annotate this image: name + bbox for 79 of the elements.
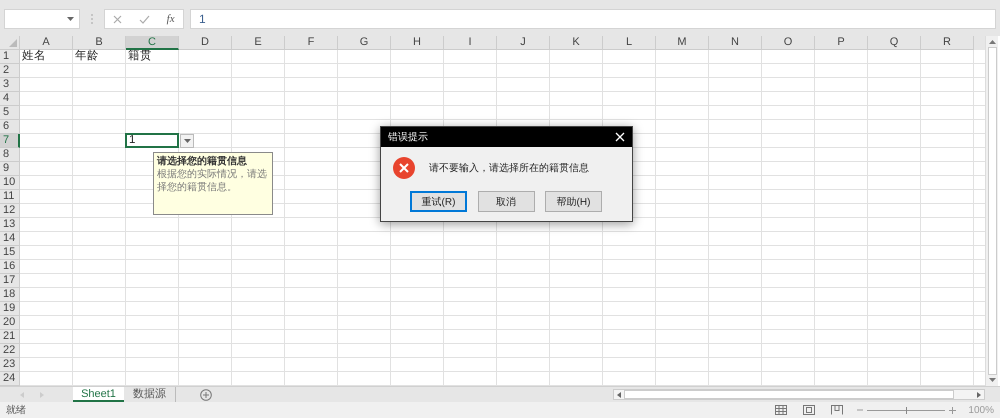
caret-icon (184, 139, 190, 143)
row-header[interactable]: 19 (0, 302, 20, 316)
column-header[interactable]: E (232, 36, 285, 50)
row-header[interactable]: 4 (0, 92, 20, 106)
column-header[interactable]: G (338, 36, 391, 50)
column-header[interactable]: L (603, 36, 656, 50)
close-icon[interactable] (615, 132, 625, 142)
name-box[interactable] (4, 9, 80, 29)
row-header[interactable]: 17 (0, 274, 20, 288)
column-header[interactable]: N (709, 36, 762, 50)
column-header[interactable]: Q (868, 36, 921, 50)
column-header[interactable]: B (73, 36, 126, 50)
row-header[interactable]: 10 (0, 176, 20, 190)
row-header[interactable]: 3 (0, 78, 20, 92)
scroll-down-icon[interactable] (988, 378, 996, 382)
zoom-in-icon[interactable] (949, 406, 956, 414)
formula-input[interactable]: 1 (190, 9, 996, 29)
row-header[interactable]: 14 (0, 232, 20, 246)
row-header[interactable]: 16 (0, 260, 20, 274)
row-header[interactable]: 22 (0, 344, 20, 358)
row-header[interactable]: 5 (0, 106, 20, 120)
table-cell[interactable]: 姓名 (20, 50, 73, 63)
tooltip-title: 请选择您的籍贯信息 (157, 155, 248, 168)
row-header[interactable]: 21 (0, 330, 20, 344)
scroll-left-icon[interactable] (617, 392, 621, 398)
table-cell[interactable]: 1 (125, 133, 179, 148)
row-header[interactable]: 1 (0, 50, 20, 64)
column-header[interactable]: H (391, 36, 444, 50)
sheet-tab[interactable]: Sheet1 (73, 387, 124, 402)
row-header[interactable]: 2 (0, 64, 20, 78)
cancel-icon[interactable] (113, 14, 122, 24)
column-header[interactable]: C (126, 36, 179, 50)
row-header[interactable]: 11 (0, 190, 20, 204)
row-header[interactable]: 9 (0, 162, 20, 176)
column-header[interactable]: R (921, 36, 974, 50)
row-header[interactable]: 15 (0, 246, 20, 260)
row-header[interactable]: 23 (0, 358, 20, 372)
dropdown-button[interactable] (180, 134, 194, 148)
insert-function-button[interactable]: fx (166, 13, 175, 25)
dialog-title: 错误提示 (388, 131, 428, 144)
check-icon[interactable] (139, 14, 150, 24)
dialog-button[interactable]: 取消 (478, 191, 534, 212)
column-header[interactable]: A (20, 36, 73, 50)
dialog-button[interactable]: 帮助(H) (545, 191, 602, 212)
column-header[interactable]: J (497, 36, 550, 50)
column-header[interactable]: F (285, 36, 338, 50)
vertical-scrollbar[interactable] (985, 36, 998, 386)
column-header[interactable]: M (656, 36, 709, 50)
table-cell[interactable]: 年龄 (73, 50, 126, 63)
dialog-message: 请不要输入，请选择所在的籍贯信息 (429, 162, 589, 175)
caret-icon (67, 17, 74, 21)
page-layout-icon[interactable] (803, 405, 816, 415)
select-all-icon[interactable] (9, 39, 17, 47)
status-text: 就绪 (6, 404, 26, 417)
scroll-right-icon[interactable] (977, 392, 981, 398)
column-header[interactable]: P (815, 36, 868, 50)
row-header[interactable]: 7 (0, 134, 20, 148)
dialog-button[interactable]: 重试(R) (410, 191, 467, 212)
table-cell[interactable]: 籍贯 (126, 50, 179, 63)
row-header[interactable]: 6 (0, 120, 20, 134)
add-sheet-icon[interactable] (200, 388, 212, 400)
tooltip-text: 根据您的实际情况，请选择您的籍贯信息。 (157, 168, 268, 194)
scrollbar-thumb[interactable] (624, 390, 954, 399)
column-header[interactable]: I (444, 36, 497, 50)
scroll-up-icon[interactable] (988, 40, 996, 44)
column-header[interactable]: K (550, 36, 603, 50)
row-header[interactable]: 24 (0, 372, 20, 386)
error-icon (393, 157, 415, 179)
column-header[interactable]: O (762, 36, 815, 50)
horizontal-scrollbar[interactable] (613, 389, 985, 400)
row-header[interactable]: 18 (0, 288, 20, 302)
row-header[interactable]: 20 (0, 316, 20, 330)
row-header[interactable]: 13 (0, 218, 20, 232)
normal-view-icon[interactable] (775, 405, 788, 415)
scrollbar-thumb[interactable] (988, 47, 996, 375)
row-header[interactable]: 8 (0, 148, 20, 162)
row-header[interactable]: 12 (0, 204, 20, 218)
column-header[interactable]: D (179, 36, 232, 50)
page-break-icon[interactable] (831, 405, 844, 415)
